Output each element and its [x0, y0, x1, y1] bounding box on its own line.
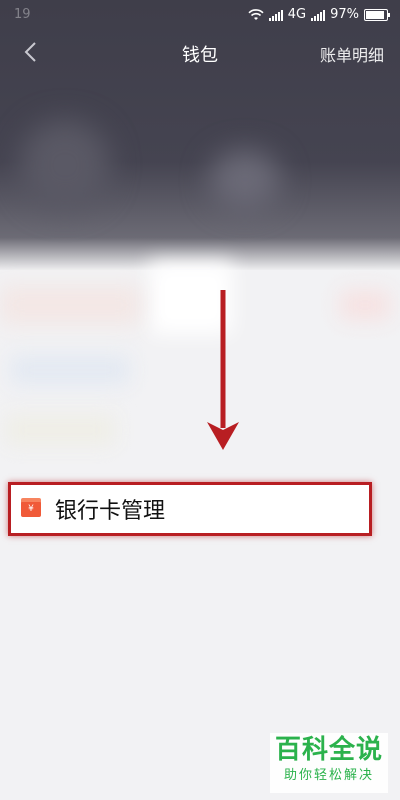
- signal-icon: [268, 9, 283, 21]
- network-type: 4G: [287, 7, 307, 22]
- watermark-subtitle: 助你轻松解决: [283, 768, 374, 783]
- bank-card-management-label: 银行卡管理: [55, 499, 166, 524]
- navigation-bar: 钱包 账单明细: [0, 30, 400, 74]
- watermark-logo: 百科全说 助你轻松解决: [270, 733, 388, 793]
- watermark-title: 百科全说: [274, 735, 383, 765]
- bill-details-link[interactable]: 账单明细: [320, 42, 384, 66]
- blurred-row: [0, 285, 140, 325]
- status-bar: 19 4G 97%: [0, 0, 400, 30]
- status-icons: 4G 97%: [248, 7, 390, 22]
- down-arrow-icon: [207, 290, 239, 450]
- bank-card-icon: ¥: [21, 498, 41, 517]
- blurred-row: [10, 355, 130, 385]
- battery-icon: [364, 8, 390, 21]
- blurred-row: [340, 290, 390, 320]
- signal-icon-2: [311, 9, 326, 21]
- battery-percent: 97%: [330, 7, 359, 22]
- status-time: 19: [14, 7, 31, 22]
- blurred-header-shape: [210, 150, 280, 210]
- blurred-header-shape: [20, 120, 110, 210]
- wifi-icon: [248, 8, 264, 20]
- bank-card-management-item[interactable]: ¥ 银行卡管理: [8, 482, 372, 536]
- blurred-row: [5, 415, 115, 445]
